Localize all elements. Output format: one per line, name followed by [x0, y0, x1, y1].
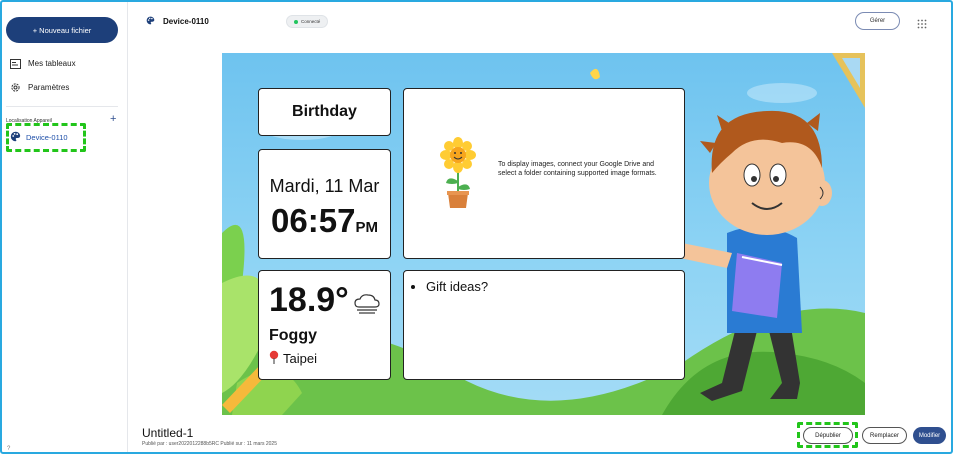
status-badge: Connecté: [286, 15, 329, 28]
birthday-card[interactable]: Birthday: [258, 88, 391, 136]
apps-grid-icon[interactable]: [917, 16, 927, 29]
new-file-label: + Nouveau fichier: [32, 25, 92, 35]
weather-card[interactable]: 18.9° Foggy Taipei: [258, 270, 391, 380]
top-bar: Device-0110 Connecté Gérer: [128, 2, 951, 42]
map-pin-icon: [269, 350, 279, 367]
replace-button[interactable]: Remplacer: [862, 427, 907, 444]
edit-button[interactable]: Modifier: [913, 427, 946, 444]
ampm-text: PM: [355, 219, 378, 236]
notes-card[interactable]: Gift ideas?: [403, 270, 685, 380]
time-text: 06:57PM: [259, 202, 390, 240]
manage-button[interactable]: Gérer: [855, 12, 900, 30]
publish-info: Publié par : user2022012288b5RC Publié s…: [142, 441, 277, 447]
sidebar-item-settings[interactable]: Paramètres: [10, 82, 69, 93]
photo-message: To display images, connect your Google D…: [498, 161, 657, 177]
time-value: 06:57: [271, 202, 356, 239]
palette-icon: [10, 131, 21, 144]
city-row: Taipei: [269, 350, 317, 367]
photo-card[interactable]: To display images, connect your Google D…: [403, 88, 685, 259]
datetime-card[interactable]: Mardi, 11 Mar 06:57PM: [258, 149, 391, 259]
status-dot-icon: [294, 19, 298, 24]
temperature-text: 18.9°: [269, 281, 349, 320]
gear-icon: [10, 82, 21, 93]
list-item: Gift ideas?: [426, 279, 488, 294]
sidebar: + Nouveau fichier Mes tableaux Paramètre…: [2, 2, 128, 452]
palette-icon: [146, 16, 155, 27]
city-text: Taipei: [283, 351, 317, 366]
sunflower-icon: [440, 137, 476, 214]
date-text: Mardi, 11 Mar: [269, 176, 380, 196]
sidebar-device-item[interactable]: Device-0110: [10, 131, 68, 144]
temperature-value: 18.9°: [269, 281, 349, 319]
file-title: Untitled-1: [142, 426, 194, 440]
help-icon[interactable]: ?: [7, 446, 15, 454]
condition-text: Foggy: [269, 327, 317, 344]
device-label: Device-0110: [26, 133, 68, 142]
device-name: Device-0110: [163, 17, 209, 26]
device-title: Device-0110: [146, 16, 209, 27]
new-file-button[interactable]: + Nouveau fichier: [6, 17, 118, 43]
sidebar-item-label: Mes tableaux: [28, 59, 76, 68]
status-text: Connecté: [301, 19, 321, 24]
board-canvas[interactable]: Birthday Mardi, 11 Mar 06:57PM To displa…: [222, 53, 865, 415]
add-device-button[interactable]: +: [110, 113, 116, 125]
board-icon: [10, 58, 21, 69]
notes-list: Gift ideas?: [426, 279, 488, 294]
unpublish-button[interactable]: Dépublier: [803, 427, 853, 444]
sidebar-item-label: Paramètres: [28, 83, 70, 92]
sidebar-item-my-boards[interactable]: Mes tableaux: [10, 58, 76, 69]
sidebar-divider: [6, 106, 118, 107]
fog-cloud-icon: [353, 293, 381, 322]
